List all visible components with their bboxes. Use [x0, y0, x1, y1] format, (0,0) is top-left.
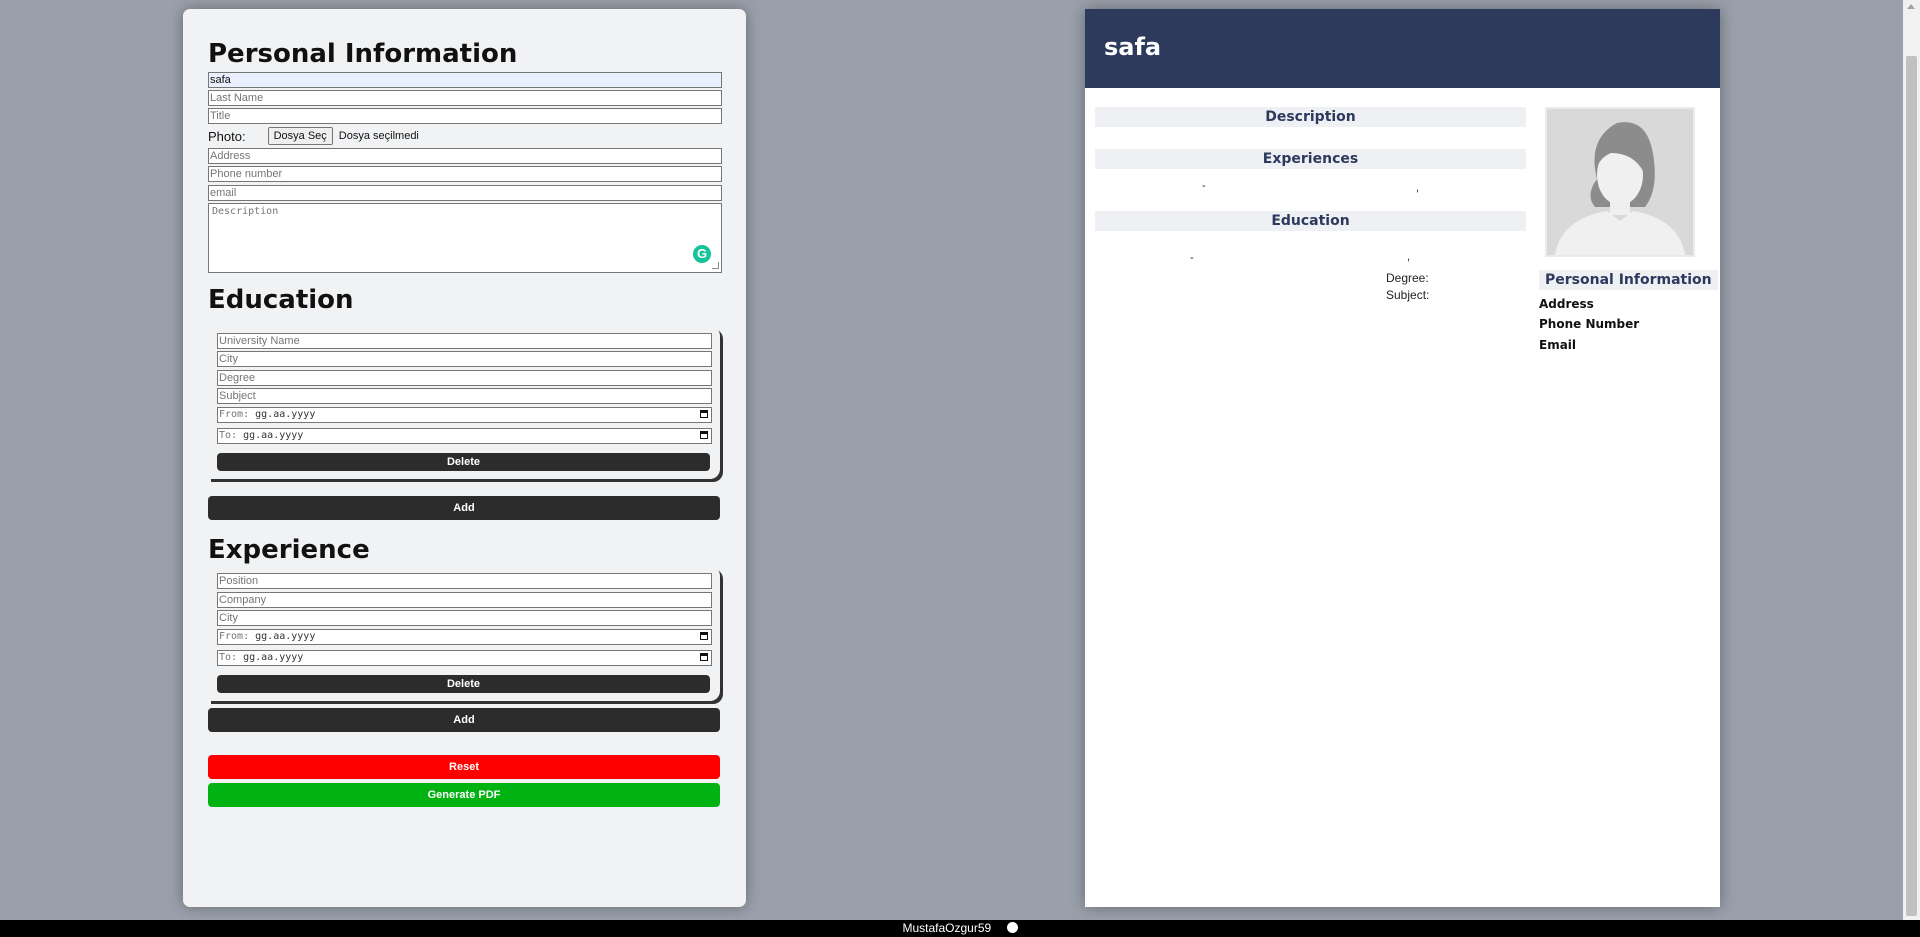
experience-city-input[interactable]	[217, 610, 712, 626]
date-placeholder: gg.aa.yyyy	[243, 652, 304, 663]
description-textarea[interactable]	[208, 203, 722, 273]
preview-phone-label: Phone Number	[1539, 317, 1640, 331]
date-placeholder: gg.aa.yyyy	[255, 409, 316, 420]
education-date-dash: -	[1190, 252, 1194, 264]
degree-label: Degree:	[1386, 271, 1429, 285]
experience-from-date[interactable]: From: gg.aa.yyyy	[217, 629, 712, 645]
title-input[interactable]	[208, 108, 722, 124]
degree-input[interactable]	[217, 370, 712, 386]
calendar-icon[interactable]	[700, 653, 708, 661]
file-status: Dosya seçilmedi	[338, 130, 419, 142]
university-input[interactable]	[217, 333, 712, 349]
phone-input[interactable]	[208, 166, 722, 182]
preview-header: safa	[1085, 9, 1720, 88]
experience-location-comma: ,	[1416, 182, 1420, 194]
scrollbar-thumb[interactable]	[1906, 56, 1917, 916]
education-from-date[interactable]: From: gg.aa.yyyy	[217, 407, 712, 423]
preview-description-heading: Description	[1095, 107, 1526, 127]
education-to-date[interactable]: To: gg.aa.yyyy	[217, 428, 712, 444]
company-input[interactable]	[217, 592, 712, 608]
preview-email-label: Email	[1539, 338, 1577, 352]
form-panel: Personal Information Photo: Dosya Seç Do…	[183, 9, 746, 907]
reset-button[interactable]: Reset	[208, 755, 720, 779]
generate-pdf-button[interactable]: Generate PDF	[208, 783, 720, 807]
github-icon[interactable]	[1006, 922, 1018, 933]
calendar-icon[interactable]	[700, 431, 708, 439]
last-name-input[interactable]	[208, 90, 722, 106]
experience-add-button[interactable]: Add	[208, 708, 720, 732]
first-name-input[interactable]	[208, 72, 722, 88]
cv-preview: safa Description Experiences - , Educati…	[1085, 9, 1720, 907]
from-label: From:	[219, 409, 250, 420]
position-input[interactable]	[217, 573, 712, 589]
subject-label: Subject:	[1386, 288, 1430, 302]
preview-address-label: Address	[1539, 297, 1594, 311]
education-heading: Education	[208, 285, 354, 315]
avatar-icon	[1547, 109, 1693, 255]
preview-education-heading: Education	[1095, 211, 1526, 231]
education-location-comma: ,	[1407, 251, 1411, 263]
grammarly-icon[interactable]: G	[693, 245, 711, 263]
address-input[interactable]	[208, 148, 722, 164]
resize-handle-icon[interactable]	[712, 262, 719, 269]
calendar-icon[interactable]	[700, 410, 708, 418]
photo-label: Photo:	[208, 128, 246, 144]
education-add-button[interactable]: Add	[208, 496, 720, 520]
education-city-input[interactable]	[217, 351, 712, 367]
footer-author-link[interactable]: MustafaOzgur59	[902, 921, 991, 935]
education-card: From: gg.aa.yyyy To: gg.aa.yyyy Delete	[208, 326, 720, 479]
footer: MustafaOzgur59	[0, 920, 1920, 937]
experience-delete-button[interactable]: Delete	[217, 675, 710, 693]
experience-heading: Experience	[208, 535, 370, 565]
email-input[interactable]	[208, 185, 722, 201]
photo-row: Photo: Dosya Seç Dosya seçilmedi	[208, 127, 419, 145]
subject-input[interactable]	[217, 388, 712, 404]
profile-photo-placeholder	[1545, 107, 1695, 257]
preview-name: safa	[1104, 33, 1162, 61]
choose-file-button[interactable]: Dosya Seç	[267, 127, 333, 145]
experience-card: From: gg.aa.yyyy To: gg.aa.yyyy Delete	[208, 566, 720, 701]
preview-personal-info-heading: Personal Information	[1539, 270, 1718, 290]
to-label: To:	[219, 652, 238, 663]
calendar-icon[interactable]	[700, 632, 708, 640]
from-label: From:	[219, 631, 250, 642]
date-placeholder: gg.aa.yyyy	[255, 631, 316, 642]
page-scrollbar[interactable]	[1903, 0, 1920, 920]
experience-to-date[interactable]: To: gg.aa.yyyy	[217, 650, 712, 666]
education-delete-button[interactable]: Delete	[217, 453, 710, 471]
preview-experiences-heading: Experiences	[1095, 149, 1526, 169]
to-label: To:	[219, 430, 238, 441]
experience-date-dash: -	[1202, 180, 1206, 192]
personal-info-heading: Personal Information	[208, 39, 518, 69]
scroll-up-icon[interactable]	[1907, 4, 1915, 9]
date-placeholder: gg.aa.yyyy	[243, 430, 304, 441]
